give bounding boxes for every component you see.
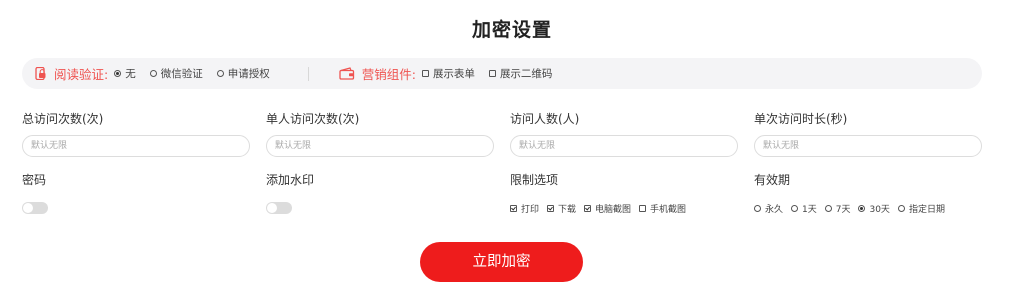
limits-label: 限制选项 [510,173,559,187]
checkbox-icon[interactable] [488,70,496,77]
option-label: 7天 [835,205,851,215]
total-visits-field: 总访问次数(次) [22,111,250,157]
wallet-icon [339,67,355,80]
option-label: 微信验证 [160,68,203,80]
option-label: 30天 [869,205,890,215]
checkbox-icon[interactable] [510,205,517,212]
validity-option-forever[interactable]: 永久 [754,202,783,215]
toggle-knob [23,203,33,213]
duration-field: 单次访问时长(秒) [754,111,982,157]
read-verify-option-wechat[interactable]: 微信验证 [149,66,203,81]
limit-option-print[interactable]: 打印 [510,202,539,215]
option-label: 手机截图 [650,205,687,215]
radio-icon[interactable] [114,70,122,77]
option-label: 打印 [521,205,540,215]
visitors-field: 访问人数(人) [510,111,738,157]
limit-option-mobile-screenshot[interactable]: 手机截图 [639,202,686,215]
read-verify-group: 阅读验证: 无 微信验证 申请授权 [22,64,284,83]
option-label: 下载 [558,205,577,215]
checkbox-icon[interactable] [584,205,592,212]
option-label: 1天 [802,205,817,215]
option-label: 指定日期 [908,205,945,215]
watermark-field: 添加水印 [266,172,494,214]
total-visits-label: 总访问次数(次) [22,112,104,126]
radio-icon[interactable] [791,205,799,212]
watermark-label: 添加水印 [266,173,315,187]
radio-icon[interactable] [754,205,761,212]
radio-icon[interactable] [824,205,832,212]
read-verify-option-apply[interactable]: 申请授权 [216,66,270,81]
limit-option-download[interactable]: 下载 [547,202,576,215]
limit-option-pc-screenshot[interactable]: 电脑截图 [584,202,631,215]
option-label: 永久 [765,205,784,215]
read-verify-option-none[interactable]: 无 [114,66,136,81]
radio-icon[interactable] [149,70,157,77]
single-visits-field: 单人访问次数(次) [266,111,494,157]
radio-icon[interactable] [858,205,866,212]
checkbox-icon[interactable] [421,70,429,77]
marketing-title: 营销组件: [361,67,416,82]
duration-label: 单次访问时长(秒) [754,112,848,126]
divider [307,66,309,81]
visitors-label: 访问人数(人) [510,112,580,126]
validity-option-7days[interactable]: 7天 [824,202,851,215]
read-verify-title: 阅读验证: [54,67,109,82]
password-label: 密码 [22,173,47,187]
validity-option-30days[interactable]: 30天 [858,202,890,215]
password-field: 密码 [22,172,250,214]
option-label: 无 [125,68,136,80]
visitors-input[interactable] [510,135,738,157]
option-label: 展示二维码 [499,68,553,80]
checkbox-icon[interactable] [639,205,647,212]
validity-option-1day[interactable]: 1天 [791,202,817,215]
total-visits-input[interactable] [22,135,250,157]
marketing-option-form[interactable]: 展示表单 [421,66,475,81]
marketing-option-qrcode[interactable]: 展示二维码 [488,66,553,81]
page-title: 加密设置 [471,19,552,41]
single-visits-label: 单人访问次数(次) [266,112,360,126]
password-toggle[interactable] [22,202,48,214]
duration-input[interactable] [754,135,982,157]
auth-settings-bar: 阅读验证: 无 微信验证 申请授权 营销组件: 展示表单 展示二维码 [22,58,982,89]
radio-icon[interactable] [216,70,224,77]
option-label: 展示表单 [432,68,475,80]
radio-icon[interactable] [897,205,905,212]
validity-option-custom-date[interactable]: 指定日期 [897,202,945,215]
validity-label: 有效期 [754,173,791,187]
encrypt-now-button[interactable]: 立即加密 [420,242,583,282]
option-label: 电脑截图 [595,205,632,215]
limits-options: 打印 下载 电脑截图 手机截图 [510,202,694,215]
validity-options: 永久 1天 7天 30天 指定日期 [754,202,953,215]
single-visits-input[interactable] [266,135,494,157]
checkbox-icon[interactable] [547,205,555,212]
watermark-toggle[interactable] [266,202,292,214]
validity-field: 有效期 永久 1天 7天 30天 指定日期 [754,172,1004,215]
toggle-knob [267,203,277,213]
option-label: 申请授权 [227,68,270,80]
marketing-group: 营销组件: 展示表单 展示二维码 [339,64,567,83]
phone-lock-icon [34,67,47,80]
limits-field: 限制选项 打印 下载 电脑截图 手机截图 [510,172,738,215]
